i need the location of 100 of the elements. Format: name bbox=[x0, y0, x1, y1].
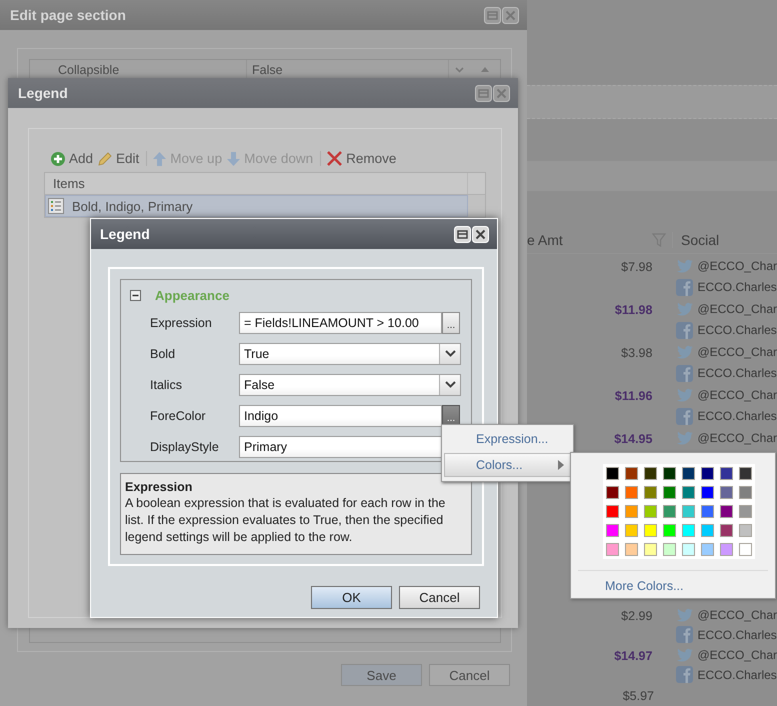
amount-text: $7.98 bbox=[621, 260, 652, 274]
color-swatch[interactable] bbox=[739, 543, 752, 556]
remove-button[interactable]: Remove bbox=[327, 151, 402, 166]
chevron-down-icon[interactable] bbox=[454, 66, 464, 72]
color-swatch[interactable] bbox=[701, 505, 714, 518]
builder-button[interactable]: ... bbox=[442, 312, 460, 334]
color-swatch[interactable] bbox=[739, 486, 752, 499]
list-item-text: Bold, Indigo, Primary bbox=[72, 198, 193, 214]
scroll-up-icon[interactable] bbox=[480, 67, 488, 72]
color-swatch[interactable] bbox=[606, 467, 619, 480]
social-square-icon bbox=[676, 278, 694, 296]
amount-text: $11.96 bbox=[614, 389, 652, 403]
color-swatch[interactable] bbox=[625, 467, 638, 480]
dialog-title: Legend bbox=[100, 226, 150, 242]
color-swatch[interactable] bbox=[701, 486, 714, 499]
chevron-down-icon bbox=[444, 381, 456, 388]
page-name-text: ECCO.Charles bbox=[697, 280, 777, 294]
page-name-text: ECCO.Charles bbox=[697, 668, 777, 682]
bird-icon bbox=[676, 302, 694, 316]
text-field[interactable]: Indigo bbox=[239, 404, 442, 426]
color-swatch[interactable] bbox=[682, 543, 695, 556]
color-swatch[interactable] bbox=[606, 486, 619, 499]
ok-button[interactable]: OK bbox=[311, 586, 392, 609]
color-swatch[interactable] bbox=[625, 486, 638, 499]
handle-text: @ECCO_Char bbox=[697, 302, 777, 316]
color-swatch[interactable] bbox=[663, 543, 676, 556]
color-swatch[interactable] bbox=[644, 467, 657, 480]
color-swatch[interactable] bbox=[644, 543, 657, 556]
section-title: Appearance bbox=[155, 288, 230, 302]
color-swatch[interactable] bbox=[663, 505, 676, 518]
plus-icon bbox=[51, 152, 65, 166]
bird-icon bbox=[676, 431, 694, 445]
color-swatch[interactable] bbox=[739, 505, 752, 518]
color-swatch[interactable] bbox=[720, 486, 733, 499]
description-title: Expression bbox=[125, 480, 194, 494]
color-swatch[interactable] bbox=[682, 486, 695, 499]
column-header: Social bbox=[681, 232, 720, 248]
color-swatch[interactable] bbox=[720, 543, 733, 556]
amount-text: $11.98 bbox=[614, 303, 652, 317]
social-square-icon bbox=[676, 364, 694, 382]
color-swatch[interactable] bbox=[644, 505, 657, 518]
dropdown-field[interactable]: True bbox=[239, 342, 461, 364]
handle-text: @ECCO_Char bbox=[697, 431, 777, 445]
amount-text: $5.97 bbox=[622, 689, 654, 703]
color-swatch[interactable] bbox=[606, 505, 619, 518]
page-name-text: ECCO.Charles bbox=[697, 409, 777, 423]
social-square-icon bbox=[676, 408, 694, 424]
property-label: DisplayStyle bbox=[149, 440, 220, 454]
list-row[interactable]: Bold, Indigo, Primary bbox=[45, 195, 468, 217]
color-swatch[interactable] bbox=[739, 467, 752, 480]
description-text: A boolean expression that is evaluated for each row in the list. If the expression evaluates to True, then the specified legend settings will be applied to the row. bbox=[125, 495, 446, 546]
builder-button[interactable]: ... bbox=[442, 404, 460, 426]
color-swatch[interactable] bbox=[720, 524, 733, 537]
collapse-icon[interactable] bbox=[130, 290, 141, 300]
color-swatch[interactable] bbox=[606, 543, 619, 556]
amount-text: $2.99 bbox=[621, 609, 652, 623]
property-value[interactable]: False bbox=[247, 60, 448, 79]
bird-icon bbox=[676, 648, 694, 662]
window-title: Edit page section bbox=[10, 7, 126, 23]
color-swatch[interactable] bbox=[644, 524, 657, 537]
color-swatch[interactable] bbox=[701, 543, 714, 556]
color-swatch[interactable] bbox=[606, 524, 619, 537]
color-swatch[interactable] bbox=[663, 524, 676, 537]
color-swatch[interactable] bbox=[720, 505, 733, 518]
color-swatch[interactable] bbox=[682, 524, 695, 537]
chevron-down-icon bbox=[444, 350, 456, 357]
text-field[interactable]: = Fields!LINEAMOUNT > 10.00 bbox=[239, 312, 442, 334]
amount-text: $14.97 bbox=[614, 649, 652, 663]
edit-button[interactable]: Edit bbox=[98, 151, 144, 166]
property-label: Bold bbox=[149, 346, 176, 360]
color-swatch[interactable] bbox=[720, 467, 733, 480]
handle-text: @ECCO_Char bbox=[697, 388, 777, 402]
bird-icon bbox=[676, 345, 694, 359]
list-icon bbox=[48, 198, 64, 214]
property-label: Italics bbox=[149, 378, 183, 392]
amount-text: $14.95 bbox=[614, 432, 652, 446]
more-colors-link[interactable]: More Colors... bbox=[605, 579, 684, 593]
cancel-button[interactable]: Cancel bbox=[429, 664, 510, 686]
color-swatch[interactable] bbox=[663, 486, 676, 499]
social-square-icon bbox=[676, 626, 694, 643]
color-swatch[interactable] bbox=[625, 543, 638, 556]
color-swatch[interactable] bbox=[625, 505, 638, 518]
handle-text: @ECCO_Char bbox=[697, 259, 777, 273]
color-swatch[interactable] bbox=[625, 524, 638, 537]
pencil-icon bbox=[98, 152, 112, 166]
save-button[interactable]: Save bbox=[341, 664, 422, 686]
color-swatch[interactable] bbox=[682, 467, 695, 480]
handle-text: @ECCO_Char bbox=[697, 608, 777, 622]
color-swatch[interactable] bbox=[644, 486, 657, 499]
color-swatch[interactable] bbox=[663, 467, 676, 480]
color-swatch[interactable] bbox=[701, 524, 714, 537]
add-button[interactable]: Add bbox=[51, 151, 98, 166]
property-label: ForeColor bbox=[149, 408, 207, 422]
menu-item[interactable]: Colors... bbox=[444, 453, 571, 477]
color-swatch[interactable] bbox=[739, 524, 752, 537]
cancel-button[interactable]: Cancel bbox=[399, 586, 480, 609]
color-swatch[interactable] bbox=[682, 505, 695, 518]
dropdown-field[interactable]: False bbox=[239, 374, 461, 396]
color-swatch[interactable] bbox=[701, 467, 714, 480]
x-icon bbox=[327, 151, 342, 166]
